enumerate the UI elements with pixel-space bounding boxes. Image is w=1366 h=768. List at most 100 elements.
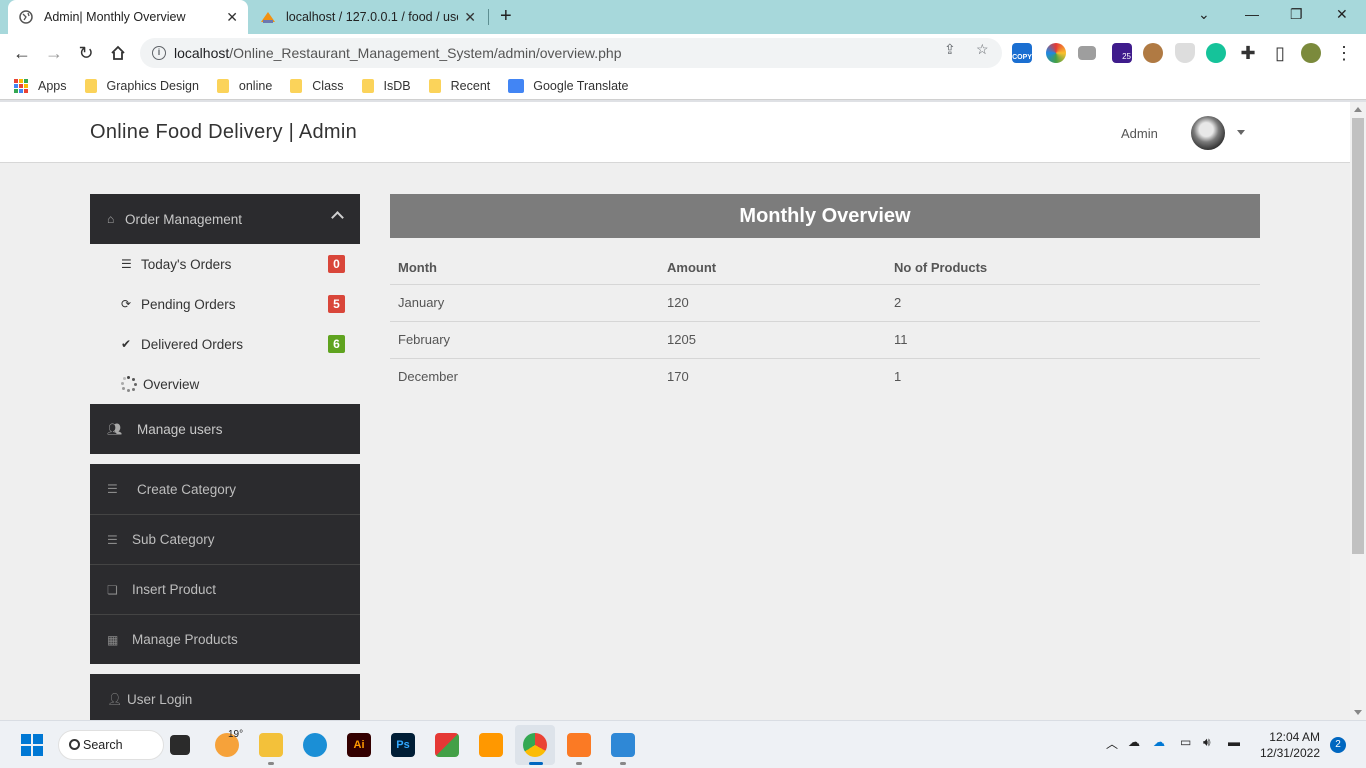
chrome-icon[interactable] [523,733,547,757]
shield-extension-icon[interactable] [1175,43,1195,63]
bookmark-label: Recent [450,78,491,93]
home-icon[interactable] [107,42,129,64]
scroll-down-icon[interactable] [1354,710,1362,715]
side-panel-icon[interactable]: ▯ [1269,42,1291,64]
bookmark-star-icon[interactable]: ☆ [976,41,989,58]
bookmark-recent[interactable]: Recent [428,78,491,93]
winrar-icon[interactable] [435,733,459,757]
share-icon[interactable]: ⇪ [944,41,956,58]
illustrator-icon[interactable]: Ai [347,733,371,757]
bookmark-label: Class [312,78,344,93]
system-clock[interactable]: 12:04 AM 12/31/2022 [1258,729,1320,761]
caret-down-icon[interactable] [1237,130,1245,135]
tab-title: Admin| Monthly Overview [44,10,186,24]
notification-badge[interactable]: 2 [1330,737,1346,753]
overview-table: Month Amount No of Products January 120 … [390,238,1260,395]
browser-toolbar: ← → ↻ i localhost/Online_Restaurant_Mana… [0,34,1366,72]
sidebar-item-todays-orders[interactable]: ☰ Today's Orders 0 [90,244,360,284]
user-avatar[interactable] [1191,116,1225,150]
apps-grid-icon [14,78,28,93]
site-info-icon[interactable]: i [152,46,166,60]
bookmark-online[interactable]: online [216,78,272,93]
scroll-thumb[interactable] [1352,118,1364,554]
sidebar-item-manage-users[interactable]: 👥︎ Manage users [90,404,360,454]
photoshop-icon[interactable]: Ps [391,733,415,757]
scroll-up-icon[interactable] [1354,107,1362,112]
sidebar-item-sub-category[interactable]: ☰ Sub Category [90,514,360,564]
bookmark-google-translate[interactable]: Google Translate [508,78,628,93]
menu-label: Order Management [125,211,243,227]
chevron-up-icon [331,211,344,224]
table-row: December 170 1 [390,358,1260,395]
windows-start-icon[interactable] [21,734,43,756]
count-badge: 0 [328,255,345,273]
column-header-products: No of Products [886,238,1260,285]
menu-label: User Login [127,691,193,707]
sidebar-item-overview[interactable]: Overview [90,364,360,404]
close-window-icon[interactable]: ✕ [1336,6,1348,23]
sidebar-item-create-category[interactable]: ☰ Create Category [90,464,360,514]
bookmark-graphics-design[interactable]: Graphics Design [84,78,199,93]
puzzle-extensions-icon[interactable]: ✚ [1237,42,1259,64]
xampp-icon[interactable] [567,733,591,757]
cell-amount: 120 [659,284,886,322]
menu-label: Sub Category [132,532,215,547]
catalog-menu: ☰ Create Category ☰ Sub Category ❏ Inser… [90,464,360,664]
brand-title[interactable]: Online Food Delivery | Admin [90,121,357,144]
sidebar-item-delivered-orders[interactable]: ✔ Delivered Orders 6 [90,324,360,364]
new-tab-icon[interactable]: + [500,5,512,28]
file-explorer-icon[interactable] [259,733,283,757]
url-path: /Online_Restaurant_Management_System/adm… [229,45,622,61]
close-tab-icon[interactable]: ✕ [226,9,238,26]
sidebar-item-pending-orders[interactable]: ⟳ Pending Orders 5 [90,284,360,324]
address-bar[interactable]: i localhost/Online_Restaurant_Management… [140,38,1002,68]
color-picker-extension-icon[interactable] [1046,43,1066,63]
order-submenu: ☰ Today's Orders 0 ⟳ Pending Orders 5 ✔ … [90,244,360,404]
volume-icon[interactable]: 🔊︎ [1203,735,1211,750]
cookie-extension-icon[interactable] [1143,43,1163,63]
copy-extension-icon[interactable]: COPY [1012,43,1032,63]
admin-username[interactable]: Admin [1121,126,1158,141]
chevron-up-icon[interactable]: ︿ [1106,735,1118,752]
reload-icon[interactable]: ↻ [75,42,97,64]
order-management-toggle[interactable]: ⌂ Order Management [90,194,360,244]
camera-extension-icon[interactable] [1078,46,1096,60]
forward-arrow-icon[interactable]: → [43,42,65,64]
sidebar-item-manage-products[interactable]: ▦ Manage Products [90,614,360,664]
page-scrollbar[interactable] [1350,102,1366,720]
notepad-icon[interactable] [611,733,635,757]
sublime-text-icon[interactable] [479,733,503,757]
user-icon: 👤︎ [107,692,123,706]
close-tab-icon[interactable]: ✕ [464,9,476,26]
bookmark-apps[interactable]: Apps [14,78,67,93]
bookmark-label: IsDB [383,78,411,93]
onedrive-icon[interactable]: ☁ [1153,735,1165,749]
profile-avatar-icon[interactable] [1301,43,1321,63]
globe-icon [18,9,34,25]
table-row: January 120 2 [390,284,1260,322]
column-header-amount: Amount [659,238,886,285]
display-icon[interactable]: ▭ [1180,735,1191,749]
battery-icon[interactable]: ▬ [1228,735,1240,749]
sidebar-item-insert-product[interactable]: ❏ Insert Product [90,564,360,614]
browser-menu-icon[interactable]: ⋮ [1333,42,1355,64]
minimize-icon[interactable]: — [1245,6,1259,22]
restore-icon[interactable]: ❐ [1290,6,1303,23]
menu-label: Manage Products [132,632,238,647]
bookmark-isdb[interactable]: IsDB [361,78,411,93]
back-arrow-icon[interactable]: ← [11,42,33,64]
spinner-icon [121,376,137,392]
bookmark-class[interactable]: Class [290,78,344,93]
clock-date: 12/31/2022 [1259,746,1320,760]
taskbar-search[interactable]: Search [58,730,164,760]
tab-search-chevron-icon[interactable]: ⌄ [1198,6,1210,23]
grammarly-extension-icon[interactable] [1206,43,1226,63]
sidebar-item-user-login[interactable]: 👤︎ User Login [90,674,360,720]
graduation-cap-extension-icon[interactable]: 25 [1112,43,1132,63]
task-view-icon[interactable] [170,735,190,755]
tab-admin-overview[interactable]: Admin| Monthly Overview ✕ [8,0,248,34]
page-title: Monthly Overview [390,194,1260,238]
cloud-icon[interactable]: ☁ [1128,735,1140,749]
edge-icon[interactable] [303,733,327,757]
tab-phpmyadmin[interactable]: localhost / 127.0.0.1 / food / user ✕ [250,0,486,34]
